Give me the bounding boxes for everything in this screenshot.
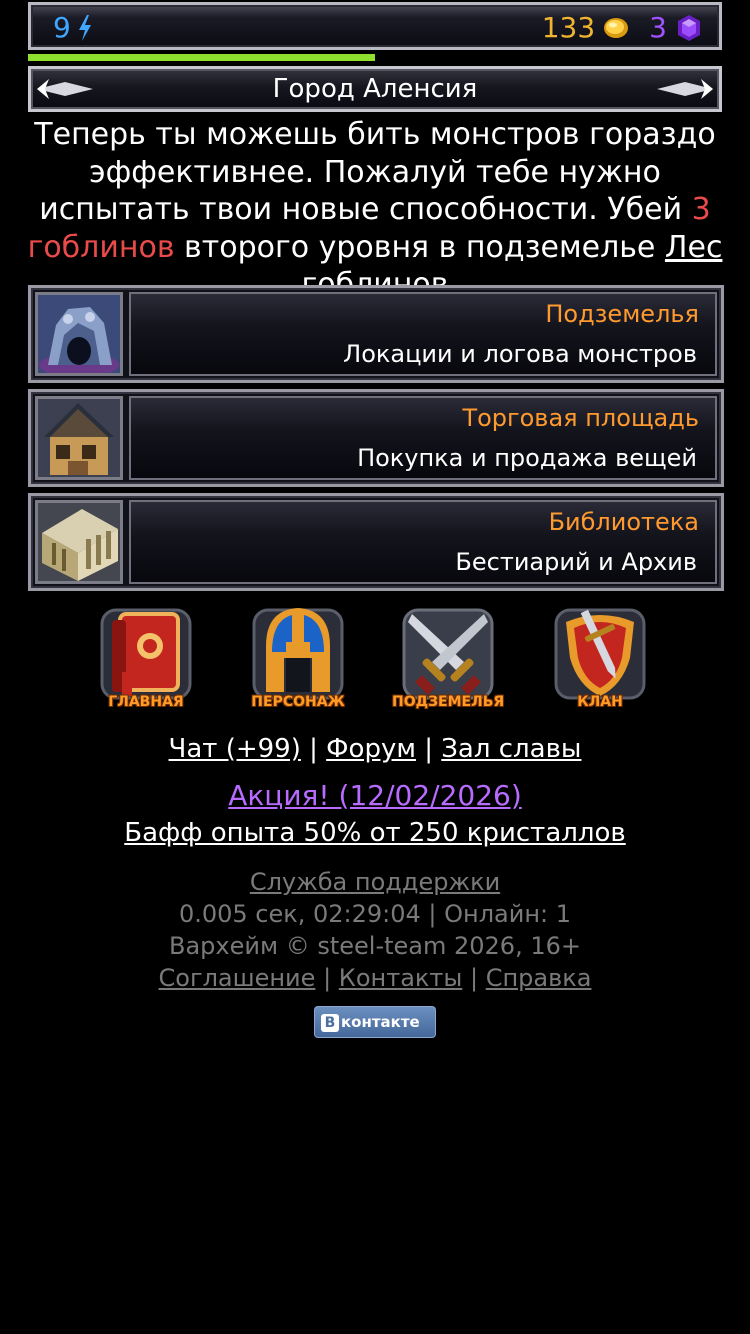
- buff-offer: Бафф опыта 50% от 250 кристаллов: [0, 818, 750, 848]
- energy-value: 9: [53, 11, 71, 44]
- buff-link[interactable]: Бафф опыта 50% от 250 кристаллов: [124, 818, 625, 848]
- gold-coin-icon: [604, 17, 629, 38]
- menu-title: Торговая площадь: [462, 404, 699, 432]
- crystal-icon: [678, 14, 700, 41]
- vk-logo-icon: В: [321, 1013, 339, 1032]
- support-link[interactable]: Служба поддержки: [250, 868, 500, 896]
- vkontakte-button[interactable]: Вконтакте: [314, 1006, 436, 1038]
- quest-text-before: Теперь ты можешь бить монстров гораздо э…: [34, 117, 716, 227]
- crystal-value: 3: [649, 11, 667, 44]
- book-icon: [100, 608, 192, 700]
- separator: |: [469, 964, 479, 992]
- dungeon-icon: [35, 292, 123, 376]
- menu-panel: Библиотека Бестиарий и Архив: [129, 500, 717, 584]
- nav-label: ГЛАВНАЯ: [108, 694, 184, 710]
- page: 9 133 3 Город Аленсия Теперь ты можешь б…: [0, 0, 750, 1334]
- agreement-link[interactable]: Соглашение: [159, 964, 316, 992]
- experience-bar: [28, 54, 375, 61]
- crossed-swords-icon: [402, 608, 494, 700]
- bottom-navigation: ГЛАВНАЯ ПЕРСОНАЖ ПОДЗЕМЕЛЬЯ КЛАН: [0, 600, 750, 718]
- status-bar: 9 133 3: [28, 2, 722, 50]
- quest-description: Теперь ты можешь бить монстров гораздо э…: [20, 116, 730, 304]
- menu-item-library[interactable]: Библиотека Бестиарий и Архив: [28, 493, 724, 591]
- forum-link[interactable]: Форум: [326, 734, 416, 764]
- nav-home[interactable]: ГЛАВНАЯ: [90, 600, 202, 718]
- separator: |: [323, 964, 332, 992]
- shield-sword-icon: [554, 608, 646, 700]
- server-stats: 0.005 сек, 02:29:04 | Онлайн: 1: [178, 900, 572, 928]
- menu-subtitle: Покупка и продажа вещей: [357, 444, 697, 472]
- location-header: Город Аленсия: [28, 66, 722, 112]
- vk-label: контакте: [341, 1013, 420, 1031]
- promo-section: Акция! (12/02/2026): [0, 779, 750, 812]
- menu-title: Подземелья: [545, 300, 699, 328]
- contacts-link[interactable]: Контакты: [339, 964, 463, 992]
- library-icon: [35, 500, 123, 584]
- menu-subtitle: Бестиарий и Архив: [455, 548, 697, 576]
- promo-link[interactable]: Акция! (12/02/2026): [228, 779, 522, 812]
- separator: |: [309, 734, 318, 764]
- separator: |: [424, 734, 433, 764]
- nav-clan[interactable]: КЛАН: [544, 600, 656, 718]
- menu-title: Библиотека: [548, 508, 699, 536]
- market-icon: [35, 396, 123, 480]
- nav-character[interactable]: ПЕРСОНАЖ: [242, 600, 354, 718]
- currency-display[interactable]: 133 3: [542, 11, 703, 44]
- arrow-left-ornament-icon: [37, 79, 93, 99]
- footer: Служба поддержки 0.005 сек, 02:29:04 | О…: [0, 866, 750, 994]
- menu-subtitle: Локации и логова монстров: [343, 340, 697, 368]
- arrow-right-ornament-icon: [657, 79, 713, 99]
- copyright: Вархейм © steel-team 2026, 16+: [169, 932, 581, 960]
- nav-label: ПЕРСОНАЖ: [251, 694, 345, 710]
- nav-label: ПОДЗЕМЕЛЬЯ: [392, 694, 505, 710]
- chat-link[interactable]: Чат (+99): [169, 734, 301, 764]
- nav-label: КЛАН: [577, 694, 623, 710]
- menu-panel: Подземелья Локации и логова монстров: [129, 292, 717, 376]
- gold-value: 133: [541, 11, 596, 44]
- lightning-icon: [78, 14, 91, 41]
- energy-counter[interactable]: 9: [53, 11, 93, 44]
- help-link[interactable]: Справка: [486, 964, 592, 992]
- menu-item-market[interactable]: Торговая площадь Покупка и продажа вещей: [28, 389, 724, 487]
- hall-of-fame-link[interactable]: Зал славы: [441, 734, 581, 764]
- legal-links: Соглашение | Контакты | Справка: [0, 962, 750, 994]
- nav-dungeons[interactable]: ПОДЗЕМЕЛЬЯ: [392, 600, 504, 718]
- helmet-icon: [252, 608, 344, 700]
- quest-text-middle: второго уровня в подземелье: [174, 229, 665, 265]
- menu-panel: Торговая площадь Покупка и продажа вещей: [129, 396, 717, 480]
- menu-item-dungeons[interactable]: Подземелья Локации и логова монстров: [28, 285, 724, 383]
- community-links: Чат (+99) | Форум | Зал славы: [0, 734, 750, 764]
- location-title: Город Аленсия: [272, 74, 478, 104]
